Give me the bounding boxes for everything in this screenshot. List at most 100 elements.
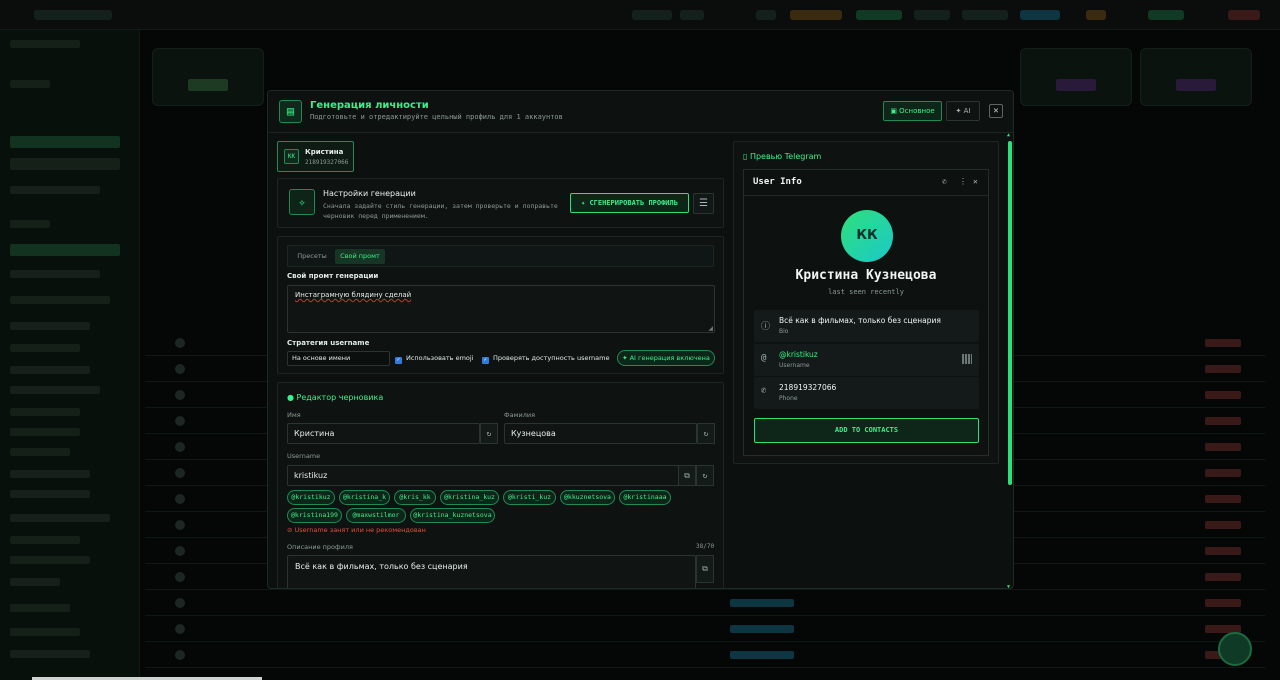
check-icon: ✓ bbox=[395, 357, 402, 364]
generate-profile-button[interactable]: ✦ СГЕНЕРИРОВАТЬ ПРОФИЛЬ bbox=[570, 193, 689, 213]
tab-custom-prompt[interactable]: Свой промт bbox=[335, 249, 385, 264]
tab-ai[interactable]: ✦ AI bbox=[946, 101, 980, 121]
sidebar-item bbox=[10, 428, 80, 436]
topbar-item bbox=[680, 10, 704, 20]
more-vertical-icon[interactable]: ⋮ bbox=[959, 177, 967, 186]
username-suggestion[interactable]: @kristina_kuznetsova bbox=[410, 508, 495, 523]
draft-editor-panel: ● Редактор черновика Имя Кристина ↻ Фами… bbox=[277, 382, 724, 588]
tg-phone-label: Phone bbox=[779, 395, 798, 402]
refresh-icon[interactable]: ↻ bbox=[480, 423, 498, 444]
topbar-item bbox=[756, 10, 776, 20]
tg-username: @kristikuz bbox=[779, 350, 818, 359]
refresh-icon[interactable]: ↻ bbox=[697, 423, 715, 444]
resize-handle-icon[interactable]: ◢ bbox=[708, 325, 713, 332]
username-suggestion[interactable]: @kristinaaa bbox=[619, 490, 671, 505]
username-suggestion[interactable]: @kkuznetsova bbox=[560, 490, 615, 505]
sidebar-item bbox=[10, 556, 90, 564]
topbar-item bbox=[914, 10, 950, 20]
tg-username-row[interactable]: @ @kristikuz Username bbox=[754, 344, 979, 376]
generate-profile-label: СГЕНЕРИРОВАТЬ ПРОФИЛЬ bbox=[589, 199, 678, 207]
account-chip[interactable]: КК Кристина 218919327066 bbox=[277, 141, 354, 172]
stat-card bbox=[1140, 48, 1252, 106]
prompt-value: Инстаграмную блядину сделай bbox=[295, 291, 412, 299]
sidebar-item bbox=[10, 40, 80, 48]
topbar-item bbox=[856, 10, 902, 20]
username-field[interactable]: kristikuz bbox=[287, 465, 679, 486]
scroll-down-icon[interactable]: ▼ bbox=[1007, 584, 1010, 588]
scroll-up-icon[interactable]: ▲ bbox=[1007, 132, 1010, 138]
topbar-item bbox=[632, 10, 672, 20]
sidebar-item bbox=[10, 136, 120, 148]
topbar-item bbox=[790, 10, 842, 20]
username-suggestion[interactable]: @kristikuz bbox=[287, 490, 335, 505]
sliders-icon[interactable]: ☰ bbox=[693, 193, 714, 214]
sidebar-item bbox=[10, 408, 80, 416]
topbar-item bbox=[1228, 10, 1260, 20]
username-suggestion[interactable]: @kristina_kuz bbox=[440, 490, 499, 505]
scrollbar-thumb[interactable] bbox=[1008, 141, 1012, 485]
first-name-field[interactable]: Кристина bbox=[287, 423, 480, 444]
copy-icon[interactable]: ⧉ bbox=[678, 465, 696, 486]
username-suggestion[interactable]: @kris_kk bbox=[394, 490, 436, 505]
sidebar-item bbox=[10, 80, 50, 88]
info-icon: ⓘ bbox=[761, 322, 771, 332]
tab-basic-label: Основное bbox=[899, 107, 935, 115]
tg-name: Кристина Кузнецова bbox=[795, 268, 937, 283]
chat-fab-button[interactable] bbox=[1218, 632, 1252, 666]
tab-presets[interactable]: Пресеты bbox=[293, 249, 331, 264]
bio-char-count: 38/70 bbox=[696, 543, 715, 550]
generation-description: Сначала задайте стиль генерации, затем п… bbox=[323, 202, 558, 220]
username-strategy-select[interactable]: На основе имени bbox=[287, 351, 390, 366]
sidebar-item bbox=[10, 650, 90, 658]
bio-label: Описание профиля bbox=[287, 543, 353, 551]
app-topbar bbox=[0, 0, 1280, 30]
username-warning-text: Username занят или не рекомендован bbox=[294, 526, 426, 534]
copy-icon[interactable]: ⧉ bbox=[696, 555, 714, 583]
stat-card bbox=[1020, 48, 1132, 106]
generation-title: Настройки генерации bbox=[323, 189, 416, 198]
sidebar-item bbox=[10, 490, 90, 498]
refresh-icon[interactable]: ↻ bbox=[696, 465, 714, 486]
tg-header-title: User Info bbox=[753, 177, 802, 187]
tg-header: User Info ✆ ⋮ ✕ bbox=[744, 170, 988, 196]
scrollbar[interactable]: ▲ ▼ bbox=[1007, 132, 1012, 588]
app-logo bbox=[34, 10, 112, 20]
modal-subtitle: Подготовьте и отредактируйте цельный про… bbox=[310, 113, 563, 121]
phone-call-icon[interactable]: ✆ bbox=[942, 177, 947, 186]
telegram-user-info-card: User Info ✆ ⋮ ✕ КК Кристина Кузнецова la… bbox=[743, 169, 989, 456]
bio-textarea[interactable]: Всё как в фильмах, только без сценария bbox=[287, 555, 696, 588]
topbar-item bbox=[962, 10, 1008, 20]
qr-code-icon[interactable] bbox=[962, 354, 972, 364]
sidebar-item bbox=[10, 158, 120, 170]
table-row bbox=[145, 616, 1265, 642]
close-icon[interactable]: ✕ bbox=[973, 177, 978, 186]
sidebar-item bbox=[10, 604, 70, 612]
tg-bio-row: ⓘ Всё как в фильмах, только без сценария… bbox=[754, 310, 979, 342]
add-to-contacts-button[interactable]: ADD TO CONTACTS bbox=[754, 418, 979, 443]
first-name-label: Имя bbox=[287, 411, 301, 419]
close-button[interactable]: ✕ bbox=[989, 104, 1003, 118]
username-suggestion[interactable]: @kristina199 bbox=[287, 508, 342, 523]
ai-enabled-label: AI генерация включена bbox=[629, 354, 710, 362]
prompt-textarea[interactable]: Инстаграмную блядину сделай ◢ bbox=[287, 285, 715, 333]
use-emoji-checkbox[interactable]: ✓ Использовать emoji bbox=[395, 354, 474, 364]
username-suggestion[interactable]: @kristina_k bbox=[339, 490, 390, 505]
topbar-item bbox=[1148, 10, 1184, 20]
account-id: 218919327066 bbox=[305, 159, 349, 166]
sidebar-item bbox=[10, 244, 120, 256]
tg-username-label: Username bbox=[779, 362, 810, 369]
tab-basic[interactable]: ▣ Основное bbox=[883, 101, 942, 121]
prompt-panel: Пресеты Свой промт Свой промт генерации … bbox=[277, 236, 724, 374]
check-username-checkbox[interactable]: ✓ Проверять доступность username bbox=[482, 354, 609, 364]
last-name-field[interactable]: Кузнецова bbox=[504, 423, 697, 444]
username-suggestion[interactable]: @maxwstilmor bbox=[346, 508, 406, 523]
draft-title-text: Редактор черновика bbox=[296, 393, 384, 402]
account-name: Кристина bbox=[305, 148, 344, 156]
telegram-preview-panel: ▯ Превью Telegram User Info ✆ ⋮ ✕ КК Кри… bbox=[733, 141, 999, 464]
app-sidebar bbox=[0, 30, 140, 680]
tg-phone: 218919327066 bbox=[779, 383, 837, 392]
username-suggestion[interactable]: @kristi_kuz bbox=[503, 490, 556, 505]
prompt-label: Свой промт генерации bbox=[287, 272, 379, 280]
sidebar-item bbox=[10, 220, 50, 228]
ai-enabled-badge[interactable]: ✦ AI генерация включена bbox=[617, 350, 715, 366]
